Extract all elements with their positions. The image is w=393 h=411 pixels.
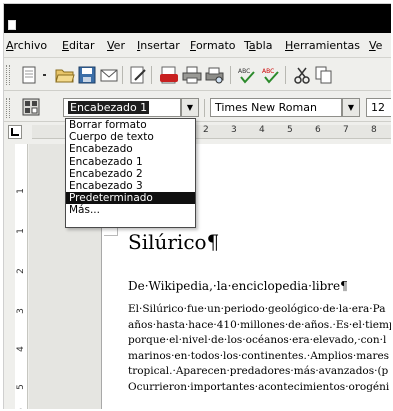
chevron-down-icon[interactable] xyxy=(40,64,50,86)
svg-text:ABC: ABC xyxy=(238,68,250,75)
standard-toolbar: ABC ABC xyxy=(4,59,391,91)
font-name-value: Times New Roman xyxy=(215,101,317,114)
toolbar-separator xyxy=(122,66,123,84)
toolbar-separator xyxy=(151,66,152,84)
ruler-number: 3 xyxy=(231,125,237,135)
export-pdf-icon[interactable] xyxy=(158,64,180,86)
edit-file-icon[interactable] xyxy=(127,64,149,86)
ruler-row: 2 3 4 5 6 7 8 xyxy=(4,123,391,141)
print-icon[interactable] xyxy=(181,64,203,86)
menu-ver-truncated[interactable]: Ve xyxy=(369,39,382,52)
document-heading-2[interactable]: De·Wikipedia,·la·enciclopedia·libre¶ xyxy=(128,279,348,293)
style-option-cuerpo-de-texto[interactable]: Cuerpo de texto xyxy=(66,131,195,143)
paragraph-line: marinos·en·todos·los·continentes.·Amplio… xyxy=(128,349,390,362)
style-option-predeterminado[interactable]: Predeterminado xyxy=(66,192,195,205)
ruler-number: 2 xyxy=(203,125,209,135)
style-option-mas[interactable]: Más... xyxy=(66,204,195,216)
paragraph-line: porque·el·nivel·de·los·océanos·era·eleva… xyxy=(128,334,387,346)
document-heading-1[interactable]: Silúrico¶ xyxy=(128,230,219,254)
ruler-number: 6 xyxy=(315,125,321,135)
open-folder-icon[interactable] xyxy=(54,64,76,86)
ruler-number: 4 xyxy=(15,346,26,352)
new-document-icon[interactable] xyxy=(18,64,40,86)
menu-herramientas[interactable]: Herramientas xyxy=(285,39,360,52)
document-paragraph[interactable]: El·Silúrico·fue·un·periodo·geológico·de·… xyxy=(128,302,391,395)
writer-window: Archivo Editar Ver Insertar Formato Tabl… xyxy=(3,3,391,409)
style-option-encabezado-3[interactable]: Encabezado 3 xyxy=(66,180,195,192)
document-icon xyxy=(8,20,16,30)
menu-bar: Archivo Editar Ver Insertar Formato Tabl… xyxy=(4,34,391,58)
formatting-toolbar: Encabezado 1 ▼ Times New Roman ▼ 12 xyxy=(4,92,391,122)
autospellcheck-icon[interactable]: ABC xyxy=(260,64,282,86)
spellcheck-icon[interactable]: ABC xyxy=(236,64,258,86)
style-option-encabezado[interactable]: Encabezado xyxy=(66,143,195,155)
paragraph-line: Ocurrieron·importantes·acontecimientos·o… xyxy=(128,380,390,393)
paragraph-style-combo[interactable]: Encabezado 1 xyxy=(63,98,181,117)
title-bar[interactable] xyxy=(4,4,391,33)
ruler-number: 2 xyxy=(15,268,26,274)
email-icon[interactable] xyxy=(98,64,120,86)
ruler-number: 1 xyxy=(15,188,26,194)
style-option-borrar-formato[interactable]: Borrar formato xyxy=(66,119,195,131)
vertical-ruler[interactable]: 1 1 2 3 4 5 6 xyxy=(15,144,28,409)
ruler-number: 5 xyxy=(287,125,293,135)
ruler-number: 3 xyxy=(15,308,26,314)
copy-icon[interactable] xyxy=(313,64,335,86)
toolbar-separator xyxy=(230,66,231,84)
toolbar-grip[interactable] xyxy=(6,65,10,85)
ruler-number: 5 xyxy=(15,384,26,390)
paragraph-line: años·hasta·hace·410·millones·de·años.·Es… xyxy=(128,318,391,331)
paragraph-style-dropdown: Borrar formato Cuerpo de texto Encabezad… xyxy=(65,118,196,228)
menu-ver[interactable]: Ver xyxy=(107,39,125,52)
ruler-number: 4 xyxy=(259,125,265,135)
print-preview-icon[interactable] xyxy=(204,64,226,86)
styles-formatting-icon[interactable] xyxy=(20,96,42,118)
ruler-number: 1 xyxy=(15,228,26,234)
menu-editar[interactable]: Editar xyxy=(62,39,95,52)
ruler-number: 8 xyxy=(371,125,377,135)
style-option-encabezado-2[interactable]: Encabezado 2 xyxy=(66,168,195,180)
tab-stop-selector[interactable] xyxy=(8,125,22,139)
ruler-number: 7 xyxy=(343,125,349,135)
chevron-down-icon[interactable]: ▼ xyxy=(181,98,199,117)
svg-text:ABC: ABC xyxy=(262,68,274,75)
menu-formato[interactable]: Formato xyxy=(190,39,236,52)
style-option-encabezado-1[interactable]: Encabezado 1 xyxy=(66,156,195,168)
font-size-value: 12 xyxy=(371,101,385,114)
menu-tabla[interactable]: Tabla xyxy=(244,39,272,52)
toolbar-grip[interactable] xyxy=(6,98,10,118)
paragraph-style-value: Encabezado 1 xyxy=(68,101,150,114)
paragraph-line: tropical.·Aparecen·predadores·más·avanza… xyxy=(128,365,389,377)
chevron-down-icon[interactable]: ▼ xyxy=(342,98,360,117)
menu-insertar[interactable]: Insertar xyxy=(137,39,180,52)
cut-icon[interactable] xyxy=(291,64,313,86)
toolbar-separator xyxy=(285,66,286,84)
ruler-number: 6 xyxy=(16,408,26,409)
menu-archivo[interactable]: Archivo xyxy=(6,39,47,52)
toolbar-separator xyxy=(204,99,205,117)
font-size-combo[interactable]: 12 xyxy=(366,98,391,117)
font-name-combo[interactable]: Times New Roman xyxy=(210,98,342,117)
paragraph-line: El·Silúrico·fue·un·periodo·geológico·de·… xyxy=(128,303,386,315)
save-icon[interactable] xyxy=(76,64,98,86)
